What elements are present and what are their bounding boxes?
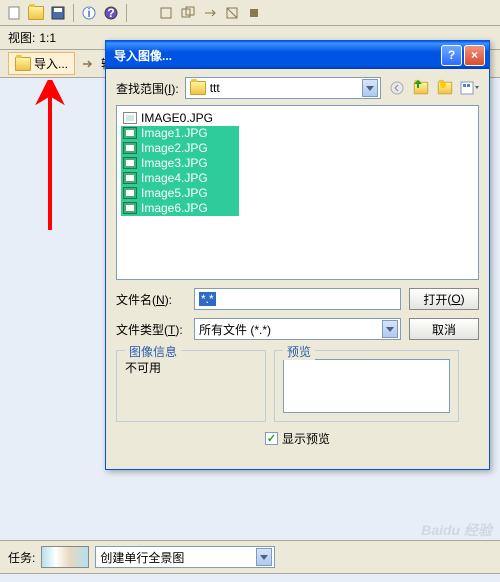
chevron-down-icon[interactable]: [256, 548, 272, 566]
arrow-icon[interactable]: [79, 55, 97, 73]
imageinfo-text: 不可用: [125, 361, 161, 375]
file-item[interactable]: Image2.JPG: [121, 140, 474, 155]
imageinfo-group: 图像信息 不可用: [116, 350, 266, 422]
file-item[interactable]: IMAGE0.JPG: [121, 110, 474, 125]
filetype-dropdown[interactable]: 所有文件 (*.*): [194, 318, 401, 340]
cancel-button[interactable]: 取消: [409, 318, 479, 340]
help-icon[interactable]: ?: [102, 4, 120, 22]
folder-name: ttt: [210, 81, 220, 95]
view-menu-icon[interactable]: [459, 78, 479, 98]
toolbar-separator: [73, 4, 74, 22]
svg-text:i: i: [87, 6, 90, 20]
view-label: 视图:: [8, 29, 35, 46]
imageinfo-legend: 图像信息: [125, 343, 181, 360]
image-file-icon: [123, 142, 137, 154]
tool-icon-4[interactable]: [223, 4, 241, 22]
annotation-arrow: [35, 80, 65, 233]
watermark: Baidu 经验: [421, 520, 492, 540]
file-item[interactable]: Image3.JPG: [121, 155, 474, 170]
task-dropdown[interactable]: 创建单行全景图: [95, 546, 275, 568]
image-file-icon: [123, 202, 137, 214]
dialog-titlebar[interactable]: 导入图像... ? ×: [106, 41, 489, 69]
image-file-icon: [123, 187, 137, 199]
tool-icon-5[interactable]: [245, 4, 263, 22]
image-file-icon: [123, 172, 137, 184]
tool-icon-2[interactable]: [179, 4, 197, 22]
filetype-label: 文件类型(T):: [116, 321, 186, 338]
new-icon[interactable]: [5, 4, 23, 22]
file-item[interactable]: Image4.JPG: [121, 170, 474, 185]
filename-input[interactable]: *.*: [194, 288, 401, 310]
tool-icon-3[interactable]: [201, 4, 219, 22]
save-icon[interactable]: [49, 4, 67, 22]
filename-label: 文件名(N):: [116, 291, 186, 308]
import-dialog: 导入图像... ? × 查找范围(I): ttt IMAG: [105, 40, 490, 470]
chevron-down-icon[interactable]: [362, 79, 378, 97]
tool-icon-1[interactable]: [157, 4, 175, 22]
svg-text:?: ?: [107, 6, 114, 20]
toolbar-separator: [126, 4, 127, 22]
view-value: 1:1: [39, 31, 56, 45]
preview-group: 预览: [274, 350, 459, 422]
show-preview-checkbox[interactable]: ✓ 显示预览: [265, 430, 330, 447]
chevron-down-icon[interactable]: [382, 320, 398, 338]
checkbox-icon: ✓: [265, 432, 278, 445]
file-list[interactable]: IMAGE0.JPG Image1.JPG Image2.JPG Image3.…: [116, 105, 479, 280]
main-toolbar: i ?: [0, 0, 500, 26]
image-file-icon: [123, 112, 137, 124]
file-item[interactable]: Image6.JPG: [121, 200, 474, 215]
help-button[interactable]: ?: [441, 45, 462, 66]
task-label: 任务:: [8, 549, 35, 566]
preview-legend: 预览: [283, 343, 315, 360]
lookin-dropdown[interactable]: ttt: [185, 77, 381, 99]
image-file-icon: [123, 127, 137, 139]
file-item[interactable]: Image5.JPG: [121, 185, 474, 200]
import-button[interactable]: 导入...: [8, 52, 75, 75]
dialog-title: 导入图像...: [114, 47, 172, 64]
lookin-label: 查找范围(I):: [116, 80, 179, 97]
open-button[interactable]: 打开(O): [409, 288, 479, 310]
folder-icon: [15, 57, 31, 71]
file-item[interactable]: Image1.JPG: [121, 125, 474, 140]
folder-icon: [190, 81, 206, 95]
open-icon[interactable]: [27, 4, 45, 22]
task-bar: 任务: 创建单行全景图: [0, 540, 500, 574]
preview-box: [283, 359, 450, 413]
close-button[interactable]: ×: [464, 45, 485, 66]
new-folder-icon[interactable]: [435, 78, 455, 98]
import-label: 导入...: [34, 55, 68, 72]
info-icon[interactable]: i: [80, 4, 98, 22]
up-icon[interactable]: [411, 78, 431, 98]
task-thumbnail: [41, 546, 89, 568]
back-icon[interactable]: [387, 78, 407, 98]
image-file-icon: [123, 157, 137, 169]
